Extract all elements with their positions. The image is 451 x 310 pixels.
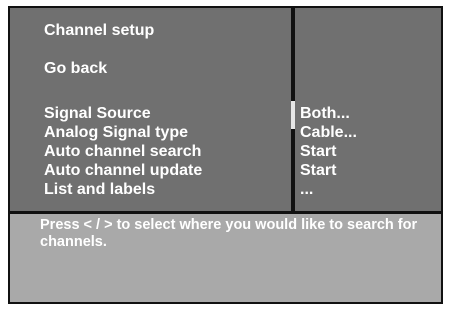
- auto-channel-update-value[interactable]: Start: [300, 161, 336, 180]
- analog-signal-type-value[interactable]: Cable...: [300, 123, 357, 142]
- menu-item-list-and-labels[interactable]: List and labels: [44, 180, 155, 199]
- menu-item-analog-signal-type[interactable]: Analog Signal type: [44, 123, 188, 142]
- menu-title: Channel setup: [44, 22, 155, 39]
- go-back-menu-item[interactable]: Go back: [44, 59, 107, 78]
- menu-item-auto-channel-search[interactable]: Auto channel search: [44, 142, 201, 161]
- signal-source-value[interactable]: Both...: [300, 104, 350, 123]
- list-and-labels-value[interactable]: ...: [300, 180, 313, 199]
- auto-channel-search-value[interactable]: Start: [300, 142, 336, 161]
- menu-item-signal-source[interactable]: Signal Source: [44, 104, 151, 123]
- menu-item-auto-channel-update[interactable]: Auto channel update: [44, 161, 202, 180]
- help-text: Press < / > to select where you would li…: [40, 217, 418, 250]
